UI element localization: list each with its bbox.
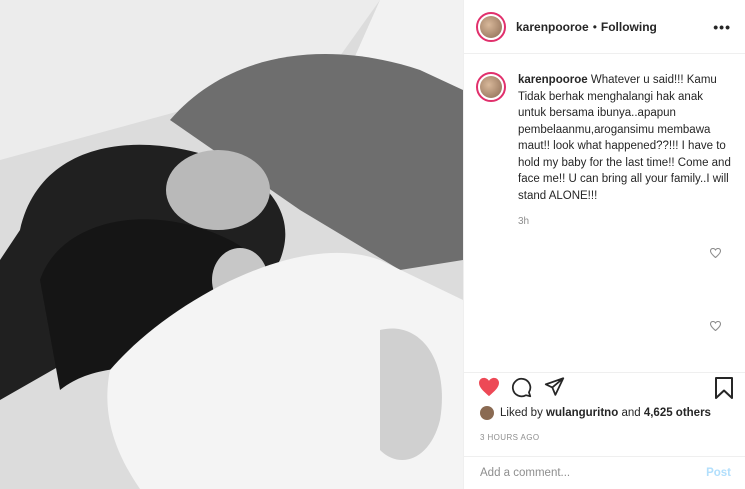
likes-prefix: Liked by — [500, 407, 543, 419]
liker-avatar[interactable] — [480, 406, 494, 420]
likes-conjunction: and — [621, 407, 641, 419]
share-icon[interactable] — [544, 377, 565, 397]
comment-like-icon-2[interactable] — [710, 321, 721, 331]
caption-username[interactable]: karenpooroe — [518, 74, 588, 86]
post-photo[interactable] — [0, 0, 463, 489]
heart-filled-icon[interactable] — [478, 377, 500, 397]
comments-section: karenpooroe Whatever u said!!! Kamu Tida… — [464, 54, 745, 372]
caption: karenpooroe Whatever u said!!! Kamu Tida… — [476, 72, 731, 231]
header-username[interactable]: karenpooroe — [516, 20, 589, 34]
following-button[interactable]: Following — [601, 20, 657, 34]
comment-like-icon[interactable] — [710, 248, 721, 258]
comment-input[interactable] — [478, 466, 707, 480]
bookmark-icon[interactable] — [715, 377, 733, 399]
caption-body: karenpooroe Whatever u said!!! Kamu Tida… — [518, 72, 731, 231]
post-timestamp[interactable]: 3 HOURS AGO — [480, 433, 540, 442]
post-sidebar: karenpooroe • Following ••• karenpooroe … — [463, 0, 745, 489]
likes-line: Liked by wulanguritno and 4,625 others — [480, 406, 711, 420]
likes-count[interactable]: 4,625 others — [644, 407, 711, 419]
add-comment-bar: Post — [464, 456, 745, 489]
more-options-icon[interactable]: ••• — [713, 19, 731, 35]
caption-time[interactable]: 3h — [518, 214, 731, 231]
comment-icon[interactable] — [511, 377, 532, 398]
avatar[interactable] — [476, 11, 506, 42]
post-comment-button[interactable]: Post — [706, 467, 731, 479]
instagram-post: karenpooroe • Following ••• karenpooroe … — [0, 0, 745, 489]
liker-username[interactable]: wulanguritno — [546, 407, 618, 419]
caption-avatar[interactable] — [476, 72, 506, 102]
photo-illustration — [0, 0, 463, 489]
action-bar — [464, 372, 745, 406]
post-header: karenpooroe • Following ••• — [464, 0, 745, 54]
caption-text: Whatever u said!!! Kamu Tidak berhak men… — [518, 74, 731, 202]
header-separator: • — [592, 19, 597, 34]
